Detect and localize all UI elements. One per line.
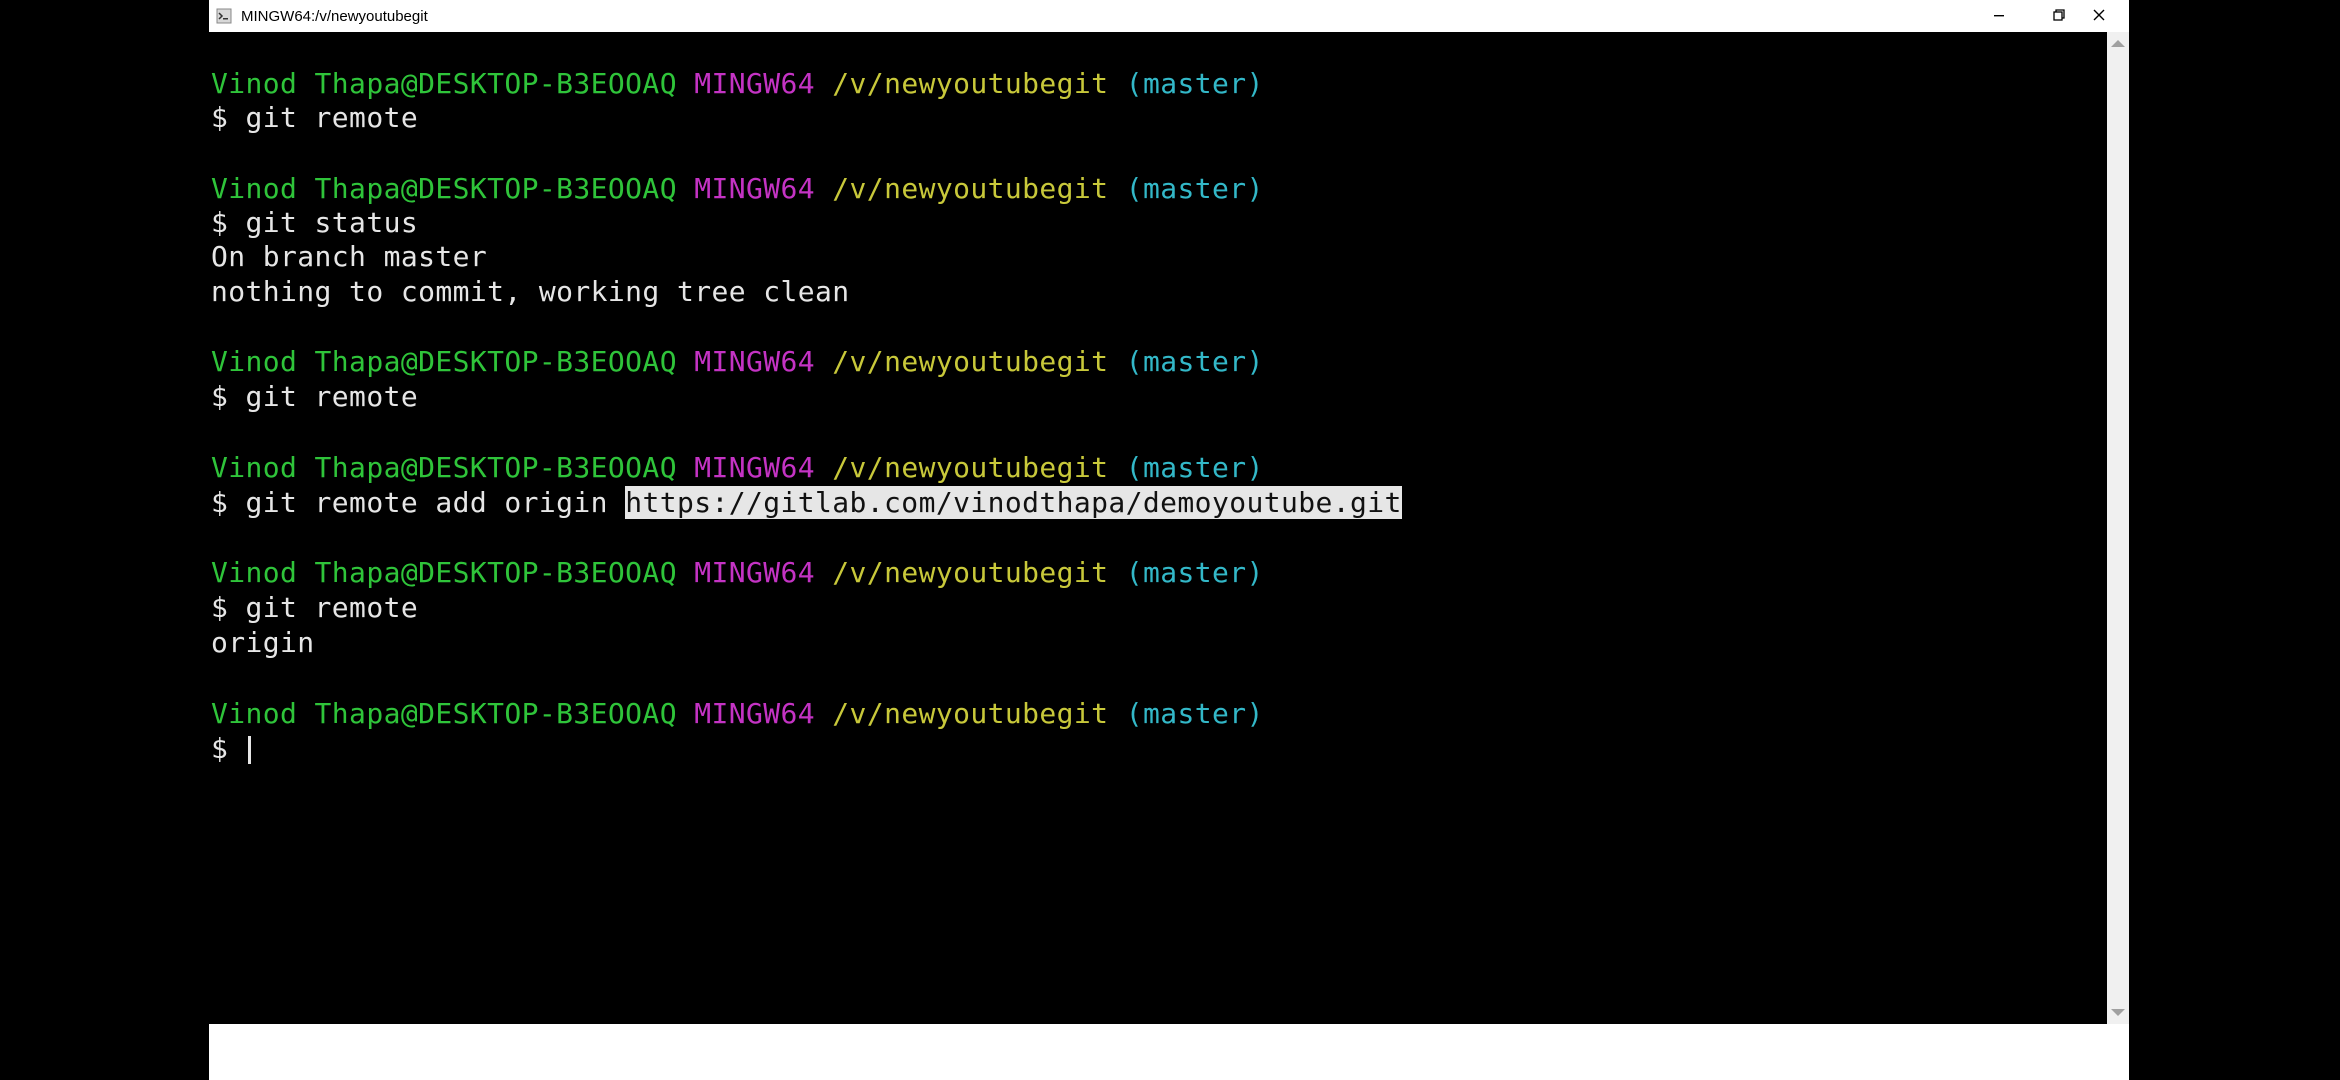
- close-icon: [2092, 7, 2106, 26]
- prompt-path: /v/newyoutubegit: [832, 556, 1109, 589]
- command-line: $ git remote: [211, 101, 419, 134]
- prompt-system: MINGW64: [694, 172, 816, 205]
- prompt-user: Vinod Thapa@DESKTOP-B3EOOAQ: [211, 172, 677, 205]
- terminal-output[interactable]: Vinod Thapa@DESKTOP-B3EOOAQ MINGW64 /v/n…: [209, 32, 2107, 1024]
- prompt-user: Vinod Thapa@DESKTOP-B3EOOAQ: [211, 345, 677, 378]
- git-bash-icon: [215, 7, 233, 25]
- terminal-window: MINGW64:/v/newyoutubegit Vinod Thapa@DES…: [209, 0, 2129, 1080]
- restore-icon: [2052, 7, 2066, 26]
- close-button[interactable]: [2069, 0, 2129, 32]
- vertical-scrollbar[interactable]: [2107, 32, 2129, 1024]
- prompt-path: /v/newyoutubegit: [832, 345, 1109, 378]
- command-line: $ git status: [211, 206, 419, 239]
- prompt-line: Vinod Thapa@DESKTOP-B3EOOAQ MINGW64 /v/n…: [211, 452, 1264, 484]
- prompt-line: Vinod Thapa@DESKTOP-B3EOOAQ MINGW64 /v/n…: [211, 173, 1264, 205]
- window-bottom-strip: [209, 1024, 2129, 1080]
- command-line: $ git remote add origin https://gitlab.c…: [211, 486, 1402, 519]
- command-line: $ git remote: [211, 380, 419, 413]
- prompt-system: MINGW64: [694, 451, 816, 484]
- prompt-path: /v/newyoutubegit: [832, 697, 1109, 730]
- prompt-line: Vinod Thapa@DESKTOP-B3EOOAQ MINGW64 /v/n…: [211, 698, 1264, 730]
- text-cursor: [247, 736, 251, 764]
- prompt-system: MINGW64: [694, 697, 816, 730]
- selected-url[interactable]: https://gitlab.com/vinodthapa/demoyoutub…: [625, 486, 1402, 519]
- prompt-user: Vinod Thapa@DESKTOP-B3EOOAQ: [211, 451, 677, 484]
- input-prompt: $: [211, 732, 246, 765]
- output-line: On branch master: [211, 240, 488, 273]
- prompt-line: Vinod Thapa@DESKTOP-B3EOOAQ MINGW64 /v/n…: [211, 557, 1264, 589]
- window-title: MINGW64:/v/newyoutubegit: [241, 7, 428, 25]
- prompt-path: /v/newyoutubegit: [832, 172, 1109, 205]
- prompt-path: /v/newyoutubegit: [832, 451, 1109, 484]
- prompt-system: MINGW64: [694, 556, 816, 589]
- prompt-line: Vinod Thapa@DESKTOP-B3EOOAQ MINGW64 /v/n…: [211, 68, 1264, 100]
- prompt-branch: (master): [1125, 172, 1264, 205]
- output-line: nothing to commit, working tree clean: [211, 275, 850, 308]
- prompt-user: Vinod Thapa@DESKTOP-B3EOOAQ: [211, 556, 677, 589]
- prompt-branch: (master): [1125, 697, 1264, 730]
- prompt-system: MINGW64: [694, 67, 816, 100]
- scroll-down-icon[interactable]: [2111, 1009, 2125, 1016]
- title-bar[interactable]: MINGW64:/v/newyoutubegit: [209, 0, 2129, 32]
- prompt-branch: (master): [1125, 451, 1264, 484]
- prompt-branch: (master): [1125, 67, 1264, 100]
- prompt-line: Vinod Thapa@DESKTOP-B3EOOAQ MINGW64 /v/n…: [211, 346, 1264, 378]
- scroll-up-icon[interactable]: [2111, 40, 2125, 47]
- command-line: $ git remote: [211, 591, 419, 624]
- prompt-branch: (master): [1125, 345, 1264, 378]
- prompt-system: MINGW64: [694, 345, 816, 378]
- prompt-user: Vinod Thapa@DESKTOP-B3EOOAQ: [211, 67, 677, 100]
- output-line: origin: [211, 626, 315, 659]
- prompt-branch: (master): [1125, 556, 1264, 589]
- command-text: $ git remote add origin: [211, 486, 626, 519]
- prompt-path: /v/newyoutubegit: [832, 67, 1109, 100]
- input-line[interactable]: $: [211, 733, 251, 765]
- minimize-icon: [1992, 7, 2006, 26]
- prompt-user: Vinod Thapa@DESKTOP-B3EOOAQ: [211, 697, 677, 730]
- minimize-button[interactable]: [1969, 0, 2029, 32]
